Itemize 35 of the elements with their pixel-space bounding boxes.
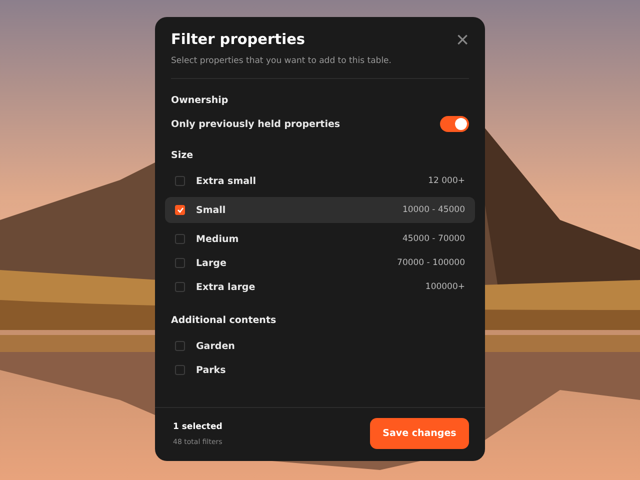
selected-count: 1 selected (173, 422, 222, 432)
dialog-title: Filter properties (171, 32, 306, 48)
option-label: Extra small (196, 176, 256, 186)
checkbox[interactable] (175, 365, 185, 375)
checkbox[interactable] (175, 282, 185, 292)
option-row[interactable]: Parks (165, 358, 475, 382)
size-range: 10000 - 45000 (402, 205, 465, 215)
toggle-switch[interactable] (440, 116, 469, 132)
option-label: Garden (196, 340, 235, 352)
option-label: Medium (196, 234, 239, 244)
option-label: Extra large (196, 282, 256, 292)
option-label: Small (196, 204, 226, 216)
size-range: 12 000+ (428, 176, 465, 186)
section-heading: Additional contents (170, 315, 278, 326)
option-row[interactable]: Extra large 100000+ (165, 275, 475, 299)
dialog-subtitle: Select properties that you want to add to this table. (171, 56, 469, 79)
size-range: 45000 - 70000 (402, 234, 465, 244)
option-row[interactable]: Extra small 12 000+ (165, 169, 475, 193)
checkbox[interactable] (175, 205, 185, 215)
section-heading: Ownership (170, 95, 230, 106)
size-range: 100000+ (425, 282, 465, 292)
checkbox[interactable] (175, 258, 185, 268)
toggle-label: Only previously held properties (171, 118, 340, 130)
size-range: 70000 - 100000 (397, 258, 465, 268)
option-label: Parks (196, 364, 226, 376)
option-label: Large (196, 258, 226, 268)
checkbox[interactable] (175, 234, 185, 244)
option-row[interactable]: Garden (165, 334, 475, 358)
section-heading: Size (170, 150, 194, 161)
checkbox[interactable] (175, 176, 185, 186)
checkbox[interactable] (175, 341, 185, 351)
option-row[interactable]: Medium 45000 - 70000 (165, 227, 475, 251)
option-row[interactable]: Small 10000 - 45000 (165, 197, 475, 223)
close-button[interactable]: × (456, 29, 469, 51)
option-row[interactable]: Large 70000 - 100000 (165, 251, 475, 275)
